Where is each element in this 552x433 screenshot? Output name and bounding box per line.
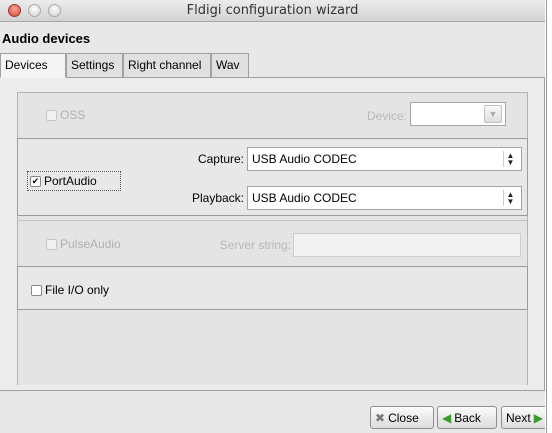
dropdown-arrow-icon: ▼ bbox=[484, 105, 502, 123]
up-down-spinner-icon: ▲ ▼ bbox=[503, 151, 517, 167]
pulseaudio-label: PulseAudio bbox=[60, 237, 121, 251]
window-title: Fldigi configuration wizard bbox=[186, 3, 359, 18]
playback-label: Playback: bbox=[191, 191, 244, 205]
back-button[interactable]: ◀ Back bbox=[437, 406, 497, 429]
checkmark-icon: ✔ bbox=[30, 175, 41, 187]
tab-settings[interactable]: Settings bbox=[66, 53, 123, 78]
server-string-label: Server string: bbox=[219, 238, 291, 252]
pulseaudio-group: PulseAudio Server string: bbox=[17, 220, 528, 264]
fileio-group: File I/O only bbox=[17, 266, 528, 310]
pulseaudio-checkbox[interactable]: PulseAudio bbox=[46, 237, 121, 251]
back-arrow-icon: ◀ bbox=[442, 410, 452, 425]
close-button[interactable]: ✖ Close bbox=[370, 406, 434, 429]
portaudio-label: PortAudio bbox=[44, 174, 97, 188]
oss-device-label: Device: bbox=[366, 109, 407, 123]
title-bar: Fldigi configuration wizard bbox=[0, 0, 545, 22]
capture-value: USB Audio CODEC bbox=[252, 152, 357, 166]
oss-checkbox-box bbox=[46, 109, 57, 121]
wizard-window: Fldigi configuration wizard Audio device… bbox=[0, 0, 545, 433]
next-arrow-icon: ▶ bbox=[533, 410, 543, 425]
capture-select[interactable]: USB Audio CODEC ▲ ▼ bbox=[247, 147, 522, 171]
portaudio-checkbox[interactable]: ✔ PortAudio bbox=[27, 171, 121, 191]
close-x-icon: ✖ bbox=[375, 410, 386, 425]
fileio-checkbox-box bbox=[31, 284, 42, 296]
next-button[interactable]: Next ▶ bbox=[501, 406, 545, 429]
portaudio-group: ✔ PortAudio Capture: USB Audio CODEC ▲ ▼ … bbox=[17, 138, 528, 216]
server-string-input[interactable] bbox=[293, 233, 521, 257]
tab-devices[interactable]: Devices bbox=[0, 53, 66, 78]
capture-label: Capture: bbox=[197, 152, 244, 166]
oss-label: OSS bbox=[60, 108, 86, 122]
fileio-label: File I/O only bbox=[45, 283, 110, 297]
pulseaudio-checkbox-box bbox=[46, 238, 57, 250]
playback-select[interactable]: USB Audio CODEC ▲ ▼ bbox=[247, 186, 522, 210]
oss-checkbox[interactable]: OSS bbox=[46, 108, 85, 122]
tab-wav[interactable]: Wav bbox=[211, 53, 249, 78]
section-title: Audio devices bbox=[2, 31, 91, 46]
oss-group: OSS Device: ▼ bbox=[17, 95, 528, 135]
fileio-checkbox[interactable]: File I/O only bbox=[31, 283, 109, 297]
tab-right-channel[interactable]: Right channel bbox=[123, 53, 211, 78]
window-edge bbox=[545, 0, 552, 433]
up-down-spinner-icon: ▲ ▼ bbox=[503, 190, 517, 206]
playback-value: USB Audio CODEC bbox=[252, 191, 357, 205]
button-bar: ✖ Close ◀ Back Next ▶ bbox=[0, 391, 545, 433]
oss-device-select[interactable]: ▼ bbox=[410, 102, 506, 126]
